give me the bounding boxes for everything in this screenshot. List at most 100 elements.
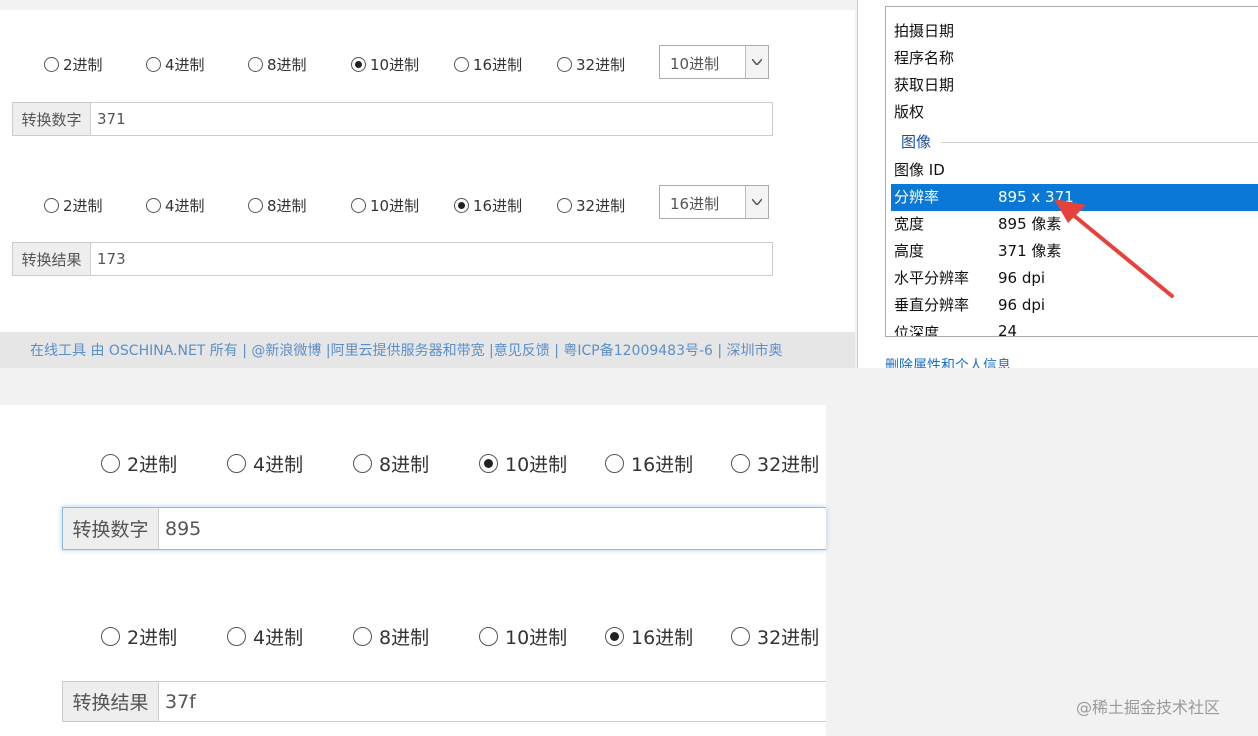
prop-row-copyright[interactable]: 版权 bbox=[894, 99, 924, 125]
remove-link-text: 删除属性和个人信息 bbox=[885, 358, 1011, 368]
bottom-output-radio-10进制[interactable]: 10进制 bbox=[479, 623, 567, 650]
prop-row-depth[interactable]: 位深度 24 bbox=[894, 319, 1194, 336]
top-output-radio-32进制[interactable]: 32进制 bbox=[557, 195, 625, 216]
number-input[interactable]: 895 bbox=[159, 508, 201, 549]
top-output-radio-16进制[interactable]: 16进制 bbox=[454, 195, 522, 216]
number-input[interactable]: 371 bbox=[91, 103, 126, 135]
bottom-output-radio-8进制[interactable]: 8进制 bbox=[353, 623, 429, 650]
radio-unchecked-icon bbox=[479, 627, 498, 646]
prop-row-image-id[interactable]: 图像 ID bbox=[894, 157, 945, 183]
input-label: 转换数字 bbox=[13, 103, 91, 135]
top-input-radio-10进制[interactable]: 10进制 bbox=[351, 54, 419, 75]
radio-unchecked-icon bbox=[146, 198, 161, 213]
top-output-base-select[interactable]: 16进制 bbox=[659, 185, 769, 219]
prop-value: 96 dpi bbox=[998, 269, 1046, 287]
bottom-input-radio-4进制[interactable]: 4进制 bbox=[227, 450, 303, 477]
prop-row-height[interactable]: 高度 371 像素 bbox=[894, 238, 1061, 264]
radio-label: 2进制 bbox=[63, 56, 103, 74]
radio-label: 10进制 bbox=[505, 627, 568, 649]
prop-value: 96 dpi bbox=[998, 296, 1046, 314]
bottom-input-radio-10进制[interactable]: 10进制 bbox=[479, 450, 567, 477]
prop-row-program[interactable]: 程序名称 bbox=[894, 45, 954, 71]
top-input-base-select[interactable]: 10进制 bbox=[659, 45, 769, 79]
prop-row-vres[interactable]: 垂直分辨率 96 dpi bbox=[894, 292, 1045, 318]
radio-unchecked-icon bbox=[353, 454, 372, 473]
radio-checked-icon bbox=[351, 57, 366, 72]
bottom-output-radio-32进制[interactable]: 32进制 bbox=[731, 623, 819, 650]
top-output-radio-8进制[interactable]: 8进制 bbox=[248, 195, 307, 216]
bottom-input-group: 转换数字 895 bbox=[62, 507, 826, 550]
prop-row-acquired[interactable]: 获取日期 bbox=[894, 72, 954, 98]
radio-label: 32进制 bbox=[576, 197, 626, 215]
prop-label: 垂直分辨率 bbox=[894, 296, 970, 314]
radio-label: 10进制 bbox=[370, 197, 420, 215]
prop-value: 371 像素 bbox=[998, 242, 1062, 260]
footer-text[interactable]: 在线工具 由 OSCHINA.NET 所有 | @新浪微博 |阿里云提供服务器和… bbox=[30, 340, 783, 360]
top-output-radio-4进制[interactable]: 4进制 bbox=[146, 195, 205, 216]
radio-label: 4进制 bbox=[253, 454, 304, 476]
radio-label: 16进制 bbox=[473, 197, 523, 215]
radio-label: 4进制 bbox=[253, 627, 304, 649]
top-input-radio-4进制[interactable]: 4进制 bbox=[146, 54, 205, 75]
radio-label: 8进制 bbox=[379, 627, 430, 649]
radio-checked-icon bbox=[479, 454, 498, 473]
radio-label: 32进制 bbox=[576, 56, 626, 74]
top-input-radio-8进制[interactable]: 8进制 bbox=[248, 54, 307, 75]
radio-unchecked-icon bbox=[557, 57, 572, 72]
radio-unchecked-icon bbox=[248, 57, 263, 72]
radio-unchecked-icon bbox=[44, 198, 59, 213]
radio-unchecked-icon bbox=[248, 198, 263, 213]
radio-label: 4进制 bbox=[165, 56, 205, 74]
bottom-input-radio-32进制[interactable]: 32进制 bbox=[731, 450, 819, 477]
top-output-radio-2进制[interactable]: 2进制 bbox=[44, 195, 103, 216]
section-divider bbox=[941, 142, 1258, 143]
bottom-input-radio-2进制[interactable]: 2进制 bbox=[101, 450, 177, 477]
prop-row-hres[interactable]: 水平分辨率 96 dpi bbox=[894, 265, 1045, 291]
radio-label: 10进制 bbox=[370, 56, 420, 74]
radio-label: 10进制 bbox=[505, 454, 568, 476]
result-output[interactable]: 37f bbox=[159, 682, 196, 721]
radio-label: 2进制 bbox=[127, 627, 178, 649]
radio-checked-icon bbox=[454, 198, 469, 213]
radio-label: 8进制 bbox=[267, 56, 307, 74]
prop-row-width[interactable]: 宽度 895 像素 bbox=[894, 211, 1061, 237]
chevron-down-icon bbox=[745, 186, 768, 218]
radio-unchecked-icon bbox=[731, 627, 750, 646]
watermark: @稀土掘金技术社区 bbox=[1076, 698, 1221, 717]
radio-unchecked-icon bbox=[557, 198, 572, 213]
bottom-input-radio-16进制[interactable]: 16进制 bbox=[605, 450, 693, 477]
top-output-group: 转换结果 173 bbox=[12, 242, 773, 276]
radio-checked-icon bbox=[605, 627, 624, 646]
radio-unchecked-icon bbox=[101, 627, 120, 646]
radio-unchecked-icon bbox=[101, 454, 120, 473]
radio-label: 2进制 bbox=[127, 454, 178, 476]
section-header-image: 图像 bbox=[901, 133, 932, 151]
radio-label: 4进制 bbox=[165, 197, 205, 215]
prop-label: 水平分辨率 bbox=[894, 269, 970, 287]
top-input-radio-2进制[interactable]: 2进制 bbox=[44, 54, 103, 75]
remove-properties-link[interactable]: 删除属性和个人信息 bbox=[885, 354, 1185, 368]
prop-row-resolution[interactable]: 分辨率 895 x 371 bbox=[894, 184, 1074, 210]
result-output[interactable]: 173 bbox=[91, 243, 126, 275]
top-input-radio-16进制[interactable]: 16进制 bbox=[454, 54, 522, 75]
top-input-group: 转换数字 371 bbox=[12, 102, 773, 136]
top-input-radio-32进制[interactable]: 32进制 bbox=[557, 54, 625, 75]
radio-unchecked-icon bbox=[454, 57, 469, 72]
radio-unchecked-icon bbox=[351, 198, 366, 213]
radio-unchecked-icon bbox=[44, 57, 59, 72]
bottom-input-radio-8进制[interactable]: 8进制 bbox=[353, 450, 429, 477]
output-label: 转换结果 bbox=[63, 682, 159, 721]
radio-label: 2进制 bbox=[63, 197, 103, 215]
select-value: 10进制 bbox=[670, 55, 720, 73]
bottom-output-radio-2进制[interactable]: 2进制 bbox=[101, 623, 177, 650]
prop-label: 位深度 bbox=[894, 324, 940, 336]
top-output-radio-10进制[interactable]: 10进制 bbox=[351, 195, 419, 216]
radio-label: 8进制 bbox=[267, 197, 307, 215]
bottom-output-group: 转换结果 37f bbox=[62, 681, 826, 722]
bottom-output-radio-4进制[interactable]: 4进制 bbox=[227, 623, 303, 650]
selected-row-highlight bbox=[891, 184, 1258, 211]
prop-value: 895 x 371 bbox=[998, 188, 1074, 206]
radio-unchecked-icon bbox=[605, 454, 624, 473]
prop-row-date-taken[interactable]: 拍摄日期 bbox=[894, 18, 954, 44]
bottom-output-radio-16进制[interactable]: 16进制 bbox=[605, 623, 693, 650]
